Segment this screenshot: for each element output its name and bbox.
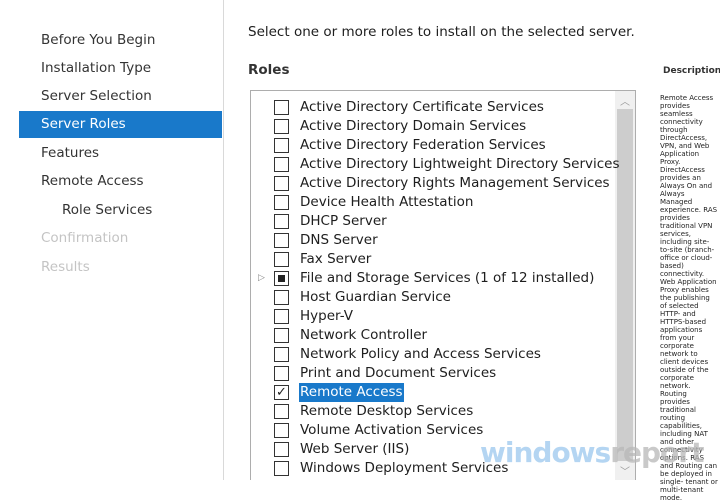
nav-item-results: Results xyxy=(41,259,90,275)
role-label[interactable]: Active Directory Federation Services xyxy=(299,136,547,155)
role-checkbox[interactable] xyxy=(274,176,289,191)
nav-item-before-you-begin[interactable]: Before You Begin xyxy=(19,27,222,54)
role-item[interactable]: Network Policy and Access Services xyxy=(251,345,611,364)
nav-item-features[interactable]: Features xyxy=(19,140,222,167)
description-line: HTTP- and HTTPS-based xyxy=(660,310,707,326)
role-label[interactable]: Active Directory Domain Services xyxy=(299,117,527,136)
role-item[interactable]: Active Directory Domain Services xyxy=(251,117,611,136)
watermark-part2: report xyxy=(610,436,704,469)
role-label[interactable]: Active Directory Lightweight Directory S… xyxy=(299,155,621,174)
role-checkbox[interactable] xyxy=(274,328,289,343)
nav-item-role-services[interactable]: Role Services xyxy=(19,197,222,224)
role-checkbox[interactable]: ✓ xyxy=(274,385,289,400)
role-item[interactable]: Active Directory Certificate Services xyxy=(251,98,611,117)
role-label[interactable]: Hyper-V xyxy=(299,307,354,326)
role-item[interactable]: Device Health Attestation xyxy=(251,193,611,212)
role-label[interactable]: Remote Desktop Services xyxy=(299,402,474,421)
role-checkbox[interactable] xyxy=(274,252,289,267)
role-label[interactable]: Windows Deployment Services xyxy=(299,459,509,478)
role-checkbox[interactable] xyxy=(274,119,289,134)
role-item[interactable]: Remote Desktop Services xyxy=(251,402,611,421)
nav-item-installation-type[interactable]: Installation Type xyxy=(19,55,222,82)
nav-item-remote-access[interactable]: Remote Access xyxy=(19,168,222,195)
description-line: connectivity through DirectAccess, xyxy=(660,118,708,142)
role-checkbox[interactable] xyxy=(274,347,289,362)
role-label[interactable]: Web Server (IIS) xyxy=(299,440,410,459)
role-checkbox[interactable] xyxy=(274,290,289,305)
role-label[interactable]: Network Controller xyxy=(299,326,428,345)
role-label[interactable]: DHCP Server xyxy=(299,212,388,231)
intro-text: Select one or more roles to install on t… xyxy=(248,24,635,40)
role-label[interactable]: Volume Activation Services xyxy=(299,421,484,440)
role-label[interactable]: Network Policy and Access Services xyxy=(299,345,542,364)
watermark-logo: windowsreport xyxy=(480,436,705,469)
scrollbar[interactable]: ︿ ﹀ xyxy=(615,91,635,480)
role-label[interactable]: Active Directory Rights Management Servi… xyxy=(299,174,611,193)
role-item[interactable]: Active Directory Federation Services xyxy=(251,136,611,155)
role-label[interactable]: Device Health Attestation xyxy=(299,193,474,212)
role-checkbox[interactable] xyxy=(274,233,289,248)
role-checkbox[interactable] xyxy=(274,195,289,210)
role-checkbox[interactable] xyxy=(274,423,289,438)
description-line: Remote Access provides seamless xyxy=(660,94,714,118)
role-item[interactable]: Active Directory Rights Management Servi… xyxy=(251,174,611,193)
role-item[interactable]: DHCP Server xyxy=(251,212,611,231)
nav-item-server-selection[interactable]: Server Selection xyxy=(19,83,222,110)
description-header: Description xyxy=(663,66,720,76)
wizard-nav: Before You Begin Installation Type Server … xyxy=(0,0,224,480)
role-item[interactable]: ✓ Remote Access xyxy=(251,383,611,402)
watermark-part1: windows xyxy=(480,436,611,469)
nav-item-server-roles[interactable]: Server Roles xyxy=(19,111,222,138)
description-line: provides traditional routing xyxy=(660,398,696,422)
role-checkbox[interactable] xyxy=(274,366,289,381)
role-item[interactable]: Print and Document Services xyxy=(251,364,611,383)
description-line: VPN, and Web Application Proxy. xyxy=(660,142,710,166)
role-checkbox[interactable] xyxy=(274,214,289,229)
role-checkbox[interactable] xyxy=(274,404,289,419)
role-item[interactable]: Network Controller xyxy=(251,326,611,345)
description-line: applications from your corporate xyxy=(660,326,703,350)
role-item[interactable]: DNS Server xyxy=(251,231,611,250)
role-item[interactable]: Fax Server xyxy=(251,250,611,269)
role-label[interactable]: Fax Server xyxy=(299,250,372,269)
role-item[interactable]: Hyper-V xyxy=(251,307,611,326)
nav-item-confirmation: Confirmation xyxy=(41,230,129,246)
roles-header: Roles xyxy=(248,62,290,78)
role-label[interactable]: Host Guardian Service xyxy=(299,288,452,307)
role-item[interactable]: Host Guardian Service xyxy=(251,288,611,307)
role-checkbox[interactable] xyxy=(274,138,289,153)
role-label[interactable]: Remote Access xyxy=(299,383,404,402)
role-label[interactable]: File and Storage Services (1 of 12 insta… xyxy=(299,269,595,288)
scroll-up-icon[interactable]: ︿ xyxy=(615,93,635,108)
role-checkbox[interactable] xyxy=(274,157,289,172)
role-checkbox[interactable] xyxy=(274,461,289,476)
role-checkbox[interactable] xyxy=(274,100,289,115)
role-item[interactable]: Active Directory Lightweight Directory S… xyxy=(251,155,620,174)
role-checkbox[interactable] xyxy=(274,309,289,324)
role-label[interactable]: Print and Document Services xyxy=(299,364,497,383)
role-label[interactable]: DNS Server xyxy=(299,231,379,250)
role-checkbox[interactable] xyxy=(274,271,289,286)
expand-icon[interactable]: ▷ xyxy=(258,269,265,288)
role-label[interactable]: Active Directory Certificate Services xyxy=(299,98,545,117)
role-item[interactable]: ▷ File and Storage Services (1 of 12 inst… xyxy=(251,269,611,288)
roles-list[interactable]: ︿ ﹀ Active Directory Certificate Service… xyxy=(250,90,636,480)
role-checkbox[interactable] xyxy=(274,442,289,457)
